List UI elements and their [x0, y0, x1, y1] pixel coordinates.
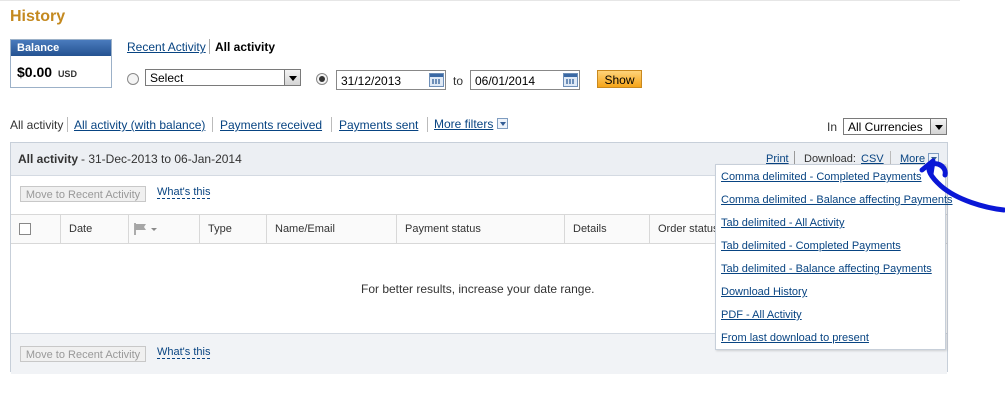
currency-select[interactable]: All Currencies — [843, 118, 947, 135]
menu-item-tab-balance[interactable]: Tab delimited - Balance affecting Paymen… — [721, 263, 932, 275]
menu-item-last-download[interactable]: From last download to present — [721, 332, 869, 344]
menu-item-tab-all[interactable]: Tab delimited - All Activity — [721, 217, 845, 229]
column-flag[interactable] — [128, 215, 199, 243]
empty-message: For better results, increase your date r… — [361, 282, 595, 296]
filter-all-activity[interactable]: All activity — [10, 118, 63, 132]
filter-divider — [212, 117, 213, 132]
radio-custom-range[interactable] — [316, 73, 328, 85]
balance-amount: $0.00 USD — [11, 56, 111, 80]
from-date-value: 31/12/2013 — [341, 74, 402, 88]
calendar-icon[interactable] — [563, 73, 578, 87]
header-divider — [890, 151, 891, 165]
filter-divider — [67, 117, 68, 132]
tab-divider — [209, 39, 210, 54]
show-button[interactable]: Show — [597, 70, 642, 88]
move-to-recent-button[interactable]: Move to Recent Activity — [20, 186, 146, 202]
header-divider — [794, 151, 795, 165]
column-name-email[interactable]: Name/Email — [266, 215, 396, 243]
menu-item-pdf-all[interactable]: PDF - All Activity — [721, 309, 802, 321]
column-details[interactable]: Details — [564, 215, 650, 243]
filter-divider — [331, 117, 332, 132]
dropdown-arrow-icon[interactable] — [284, 70, 300, 85]
range-select[interactable]: Select — [145, 69, 301, 86]
tab-all-activity[interactable]: All activity — [215, 40, 275, 54]
to-date-value: 06/01/2014 — [475, 74, 536, 88]
page-title: History — [10, 8, 66, 25]
chevron-down-icon[interactable] — [497, 118, 508, 129]
menu-item-csv-completed[interactable]: Comma delimited - Completed Payments — [721, 171, 922, 183]
from-date-input[interactable]: 31/12/2013 — [336, 70, 446, 90]
filter-divider — [427, 117, 428, 132]
top-divider — [0, 0, 960, 1]
currency-select-value: All Currencies — [848, 120, 923, 134]
filter-payments-received[interactable]: Payments received — [220, 118, 322, 132]
to-label: to — [453, 74, 464, 88]
balance-label: Balance — [11, 40, 111, 56]
filter-payments-sent[interactable]: Payments sent — [339, 118, 418, 132]
menu-item-download-history[interactable]: Download History — [721, 286, 807, 298]
filter-more-filters[interactable]: More filters — [434, 117, 493, 131]
calendar-icon[interactable] — [429, 73, 444, 87]
balance-value: $0.00 — [17, 64, 53, 80]
move-to-recent-button-bottom[interactable]: Move to Recent Activity — [20, 346, 146, 362]
flag-icon — [134, 223, 157, 235]
balance-box: Balance $0.00 USD — [10, 39, 112, 88]
to-date-input[interactable]: 06/01/2014 — [470, 70, 580, 90]
dropdown-arrow-icon[interactable] — [930, 119, 946, 134]
column-payment-status[interactable]: Payment status — [396, 215, 564, 243]
select-all-checkbox[interactable] — [19, 223, 31, 235]
currency-in-label: In — [827, 120, 838, 134]
menu-item-tab-completed[interactable]: Tab delimited - Completed Payments — [721, 240, 901, 252]
whats-this-link[interactable]: What's this — [157, 186, 211, 199]
annotation-arrow — [919, 158, 1005, 213]
panel-date-range: - 31-Dec-2013 to 06-Jan-2014 — [81, 152, 242, 166]
tab-recent-activity[interactable]: Recent Activity — [127, 40, 206, 54]
filter-all-with-balance[interactable]: All activity (with balance) — [74, 118, 205, 132]
column-type[interactable]: Type — [199, 215, 269, 243]
balance-currency: USD — [57, 69, 77, 79]
column-date[interactable]: Date — [60, 215, 128, 243]
whats-this-link-bottom[interactable]: What's this — [157, 346, 211, 359]
range-select-value: Select — [150, 71, 184, 85]
panel-heading: All activity — [18, 152, 79, 166]
radio-preset-range[interactable] — [127, 73, 139, 85]
